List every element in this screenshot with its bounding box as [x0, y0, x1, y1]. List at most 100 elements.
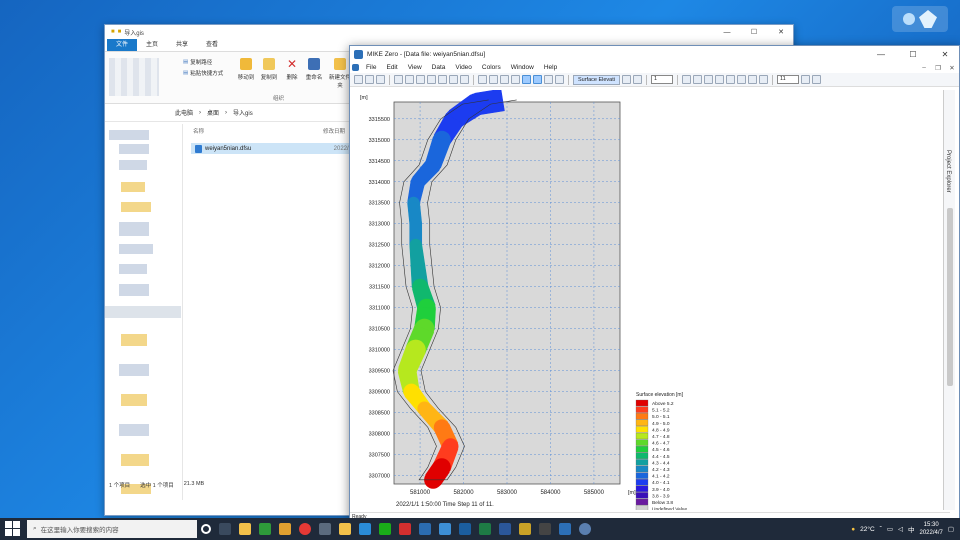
minimize-button[interactable]: — [715, 29, 739, 36]
ime-indicator[interactable]: 中 [908, 524, 915, 534]
open-icon[interactable] [365, 75, 374, 84]
profile-icon[interactable] [544, 75, 553, 84]
legend-icon[interactable] [812, 75, 821, 84]
maximize-button[interactable]: ☐ [899, 50, 927, 59]
move-to-button[interactable]: 移动到 [235, 58, 257, 81]
copy-icon[interactable] [405, 75, 414, 84]
desktop-app-icon[interactable] [892, 6, 948, 32]
breadcrumb-2[interactable]: 导入gis [233, 108, 253, 117]
app-icon-9[interactable] [519, 523, 531, 535]
pan-icon[interactable] [511, 75, 520, 84]
paste-icon[interactable] [416, 75, 425, 84]
excel-icon[interactable] [479, 523, 491, 535]
network-icon[interactable]: ▭ [887, 525, 893, 533]
tab-file[interactable]: 文件 [107, 39, 138, 51]
volume-icon[interactable]: ◁ [898, 525, 903, 533]
menu-colors[interactable]: Colors [477, 64, 506, 71]
menu-view[interactable]: View [403, 64, 427, 71]
menu-edit[interactable]: Edit [381, 64, 402, 71]
column-modified[interactable]: 修改日期 [323, 127, 345, 135]
wechat-icon[interactable] [379, 523, 391, 535]
menu-file[interactable]: File [361, 64, 381, 71]
redo-icon[interactable] [438, 75, 447, 84]
child-close-button[interactable]: ✕ [945, 64, 959, 72]
frame-input[interactable]: 11 [777, 75, 799, 84]
app-icon-8[interactable] [459, 523, 471, 535]
item-selector[interactable]: Surface Elevati [573, 74, 620, 85]
child-restore-button[interactable]: ❐ [931, 64, 945, 72]
cut-icon[interactable] [394, 75, 403, 84]
file-explorer-icon[interactable] [239, 523, 251, 535]
undo-icon[interactable] [427, 75, 436, 84]
cortana-icon[interactable] [201, 524, 211, 534]
paste-shortcut-button[interactable]: ▤ 粘贴快捷方式 [183, 69, 223, 77]
delete-button[interactable]: ✕ 删除 [281, 58, 303, 81]
app-icon-11[interactable] [579, 523, 591, 535]
task-view-icon[interactable] [219, 523, 231, 535]
save-icon[interactable] [376, 75, 385, 84]
tab-view[interactable]: 查看 [197, 39, 227, 51]
menu-data[interactable]: Data [427, 64, 451, 71]
map-plot-area[interactable]: 581000 582000 583000 584000 585000 3315500 331… [356, 88, 946, 513]
app-icon-6[interactable] [419, 523, 431, 535]
navigation-pane[interactable] [105, 124, 183, 500]
start-button[interactable] [5, 521, 21, 537]
menu-help[interactable]: Help [539, 64, 562, 71]
app-icon-2[interactable] [279, 523, 291, 535]
copy-to-button[interactable]: 复制到 [258, 58, 280, 81]
word-icon[interactable] [499, 523, 511, 535]
close-button[interactable]: ✕ [769, 28, 793, 36]
play-icon[interactable] [726, 75, 735, 84]
record-icon[interactable] [759, 75, 768, 84]
zoom-in-icon[interactable] [478, 75, 487, 84]
tab-share[interactable]: 共享 [167, 39, 197, 51]
timeseries-icon[interactable] [555, 75, 564, 84]
first-frame-icon[interactable] [682, 75, 691, 84]
new-icon[interactable] [354, 75, 363, 84]
minimize-button[interactable]: — [867, 50, 895, 59]
taskbar-search[interactable]: ⌕ 在这里输入你要搜索的内容 [27, 520, 197, 538]
app-icon-7[interactable] [439, 523, 451, 535]
column-name[interactable]: 名称 [193, 129, 204, 135]
mike-zero-taskbar-icon[interactable] [559, 523, 571, 535]
app-icon-3[interactable] [319, 523, 331, 535]
copy-path-button[interactable]: ▤ 复制路径 [183, 58, 212, 66]
app-icon-1[interactable] [259, 523, 271, 535]
child-minimize-button[interactable]: – [917, 64, 931, 71]
font-icon[interactable] [801, 75, 810, 84]
settings-icon[interactable] [622, 75, 631, 84]
app-icon-4[interactable] [339, 523, 351, 535]
clock[interactable]: 15:30 2022/4/7 [919, 521, 942, 537]
scrollbar[interactable] [947, 208, 953, 386]
file-row[interactable]: weiyan5nian.dfsu 2022/1/2 [191, 143, 361, 154]
next-frame-icon[interactable] [737, 75, 746, 84]
breadcrumb-0[interactable]: 此电脑 [175, 108, 193, 117]
print-icon[interactable] [449, 75, 458, 84]
timestep-input[interactable]: 1 [651, 75, 673, 84]
breadcrumb-1[interactable]: 桌面 [207, 108, 219, 117]
maximize-button[interactable]: ☐ [742, 28, 766, 36]
tab-home[interactable]: 主页 [137, 39, 167, 51]
app-icon-10[interactable] [539, 523, 551, 535]
play-back-icon[interactable] [704, 75, 713, 84]
notification-icon[interactable]: ▢ [948, 525, 954, 533]
surface-elevation-map[interactable]: 581000 582000 583000 584000 585000 3315500 331… [356, 88, 946, 513]
last-frame-icon[interactable] [748, 75, 757, 84]
weather-temp[interactable]: 22°C [860, 526, 875, 533]
acrobat-icon[interactable] [399, 523, 411, 535]
chrome-icon[interactable] [299, 523, 311, 535]
zoom-out-icon[interactable] [489, 75, 498, 84]
project-explorer-panel[interactable]: Project Explorer [943, 90, 955, 510]
menu-video[interactable]: Video [450, 64, 477, 71]
palette-icon[interactable] [633, 75, 642, 84]
rename-button[interactable]: 重命名 [303, 58, 325, 81]
zoom-extent-icon[interactable] [500, 75, 509, 84]
measure-icon[interactable] [533, 75, 542, 84]
tray-chevron-icon[interactable]: ˆ [880, 526, 882, 533]
help-icon[interactable] [460, 75, 469, 84]
menu-window[interactable]: Window [506, 64, 539, 71]
select-icon[interactable] [522, 75, 531, 84]
app-icon-5[interactable] [359, 523, 371, 535]
stop-icon[interactable] [715, 75, 724, 84]
new-folder-button[interactable]: 新建文件夹 [329, 58, 351, 89]
